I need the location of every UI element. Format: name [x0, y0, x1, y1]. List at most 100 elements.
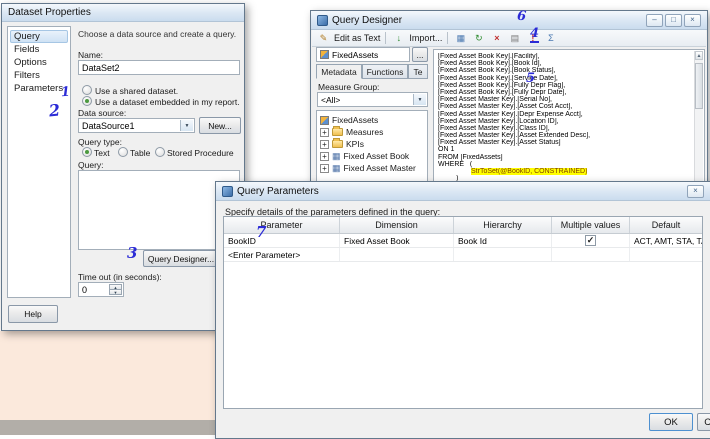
- dimension-cell[interactable]: [340, 248, 454, 261]
- query-parameters-dialog: Query Parameters × Specify details of th…: [215, 181, 710, 439]
- query-label: Query:: [78, 160, 104, 170]
- design-mode-icon[interactable]: ▦: [453, 32, 468, 45]
- query-type-table-label[interactable]: Table: [130, 148, 150, 158]
- tree-item-label: Fixed Asset Book: [343, 151, 410, 161]
- timeout-spinner[interactable]: 0 ▲ ▼: [78, 282, 124, 297]
- embedded-dataset-label[interactable]: Use a dataset embedded in my report.: [95, 97, 240, 107]
- folder-icon: [332, 138, 343, 148]
- nav-item-filters[interactable]: Filters: [10, 69, 68, 82]
- tree-item-fixed-asset-book[interactable]: + ▦ Fixed Asset Book: [317, 150, 427, 162]
- query-text-line: [Fixed Asset Master Key].[Location ID],: [438, 117, 559, 125]
- query-designer-titlebar[interactable]: Query Designer – □ ×: [311, 11, 707, 30]
- query-text-line: [Fixed Asset Book Key].[Book Id],: [438, 60, 542, 68]
- cube-icon: [320, 115, 329, 125]
- new-data-source-button[interactable]: New...: [199, 117, 241, 134]
- tab-functions[interactable]: Functions: [362, 64, 408, 79]
- default-cell[interactable]: [630, 248, 702, 261]
- timeout-label: Time out (in seconds):: [78, 272, 162, 282]
- dropdown-arrow-icon[interactable]: ▼: [413, 94, 426, 105]
- query-type-text-radio[interactable]: [82, 147, 92, 157]
- embedded-dataset-radio[interactable]: [82, 96, 92, 106]
- annotation-step-4: 4: [530, 26, 540, 43]
- cube-browse-button[interactable]: ...: [412, 47, 428, 62]
- table-row: <Enter Parameter>: [224, 248, 702, 262]
- data-source-combo[interactable]: DataSource1 ▼: [78, 118, 195, 133]
- default-cell[interactable]: ACT, AMT, STA, TAX: [630, 234, 702, 247]
- folder-icon: [332, 126, 343, 136]
- tree-item-label: FixedAssets: [332, 115, 379, 125]
- tree-item-label: Measures: [346, 127, 384, 137]
- tab-templates[interactable]: Te: [408, 64, 428, 79]
- dialog-title: Dataset Properties: [8, 7, 91, 18]
- hierarchy-cell[interactable]: Book Id: [454, 234, 552, 247]
- dataset-name-input[interactable]: DataSet2: [78, 60, 240, 75]
- query-text-line: StrToSet(@BookID, CONSTRAINED): [438, 168, 692, 175]
- expander-icon[interactable]: +: [320, 127, 329, 137]
- maximize-icon[interactable]: □: [665, 13, 682, 27]
- multiple-values-checkbox[interactable]: ✓: [585, 235, 596, 246]
- parameter-cell[interactable]: BookID: [224, 234, 340, 247]
- expander-icon[interactable]: +: [320, 163, 329, 173]
- dropdown-arrow-icon[interactable]: ▼: [180, 120, 193, 131]
- query-text-line: [Fixed Asset Master Key].[Asset Cost Acc…: [438, 103, 573, 111]
- query-parameters-titlebar[interactable]: Query Parameters ×: [216, 182, 710, 201]
- tree-item-fixed-asset-master[interactable]: + ▦ Fixed Asset Master: [317, 162, 427, 174]
- edit-as-text-button[interactable]: Edit as Text: [334, 33, 380, 43]
- spinner-down-icon[interactable]: ▼: [109, 289, 122, 295]
- multiple-values-cell: ✓: [552, 234, 630, 247]
- query-type-text-label[interactable]: Text: [94, 148, 110, 158]
- close-icon[interactable]: ×: [687, 185, 704, 198]
- ok-button[interactable]: OK: [649, 413, 693, 431]
- query-type-sp-radio[interactable]: [155, 147, 165, 157]
- dimension-cell[interactable]: Fixed Asset Book: [340, 234, 454, 247]
- tree-item-measures[interactable]: + Measures: [317, 126, 427, 138]
- shared-dataset-radio[interactable]: [82, 85, 92, 95]
- cancel-button[interactable]: Cancel: [697, 413, 710, 431]
- query-text-line: [Fixed Asset Master Key].[Serial No],: [438, 96, 552, 104]
- nav-item-parameters[interactable]: Parameters: [10, 82, 68, 95]
- mdx-query-text[interactable]: [Fixed Asset Book Key].[Facility], [Fixe…: [438, 53, 692, 182]
- tree-item-cube[interactable]: FixedAssets: [317, 114, 427, 126]
- nav-item-query[interactable]: Query: [10, 30, 68, 43]
- help-button[interactable]: Help: [8, 305, 58, 323]
- query-type-sp-label[interactable]: Stored Procedure: [167, 148, 234, 158]
- show-empty-cells-icon[interactable]: ▤: [507, 32, 522, 45]
- query-designer-button[interactable]: Query Designer...: [143, 250, 219, 267]
- hierarchy-cell[interactable]: [454, 248, 552, 261]
- import-button[interactable]: Import...: [409, 33, 442, 43]
- report-design-surface: [0, 331, 216, 420]
- nav-item-options[interactable]: Options: [10, 56, 68, 69]
- query-text-line: [Fixed Asset Master Key].[Asset Extended…: [438, 132, 591, 140]
- parameter-cell[interactable]: <Enter Parameter>: [224, 248, 340, 261]
- tab-metadata[interactable]: Metadata: [316, 64, 362, 79]
- edit-as-text-icon[interactable]: ✎: [316, 32, 331, 45]
- close-icon[interactable]: ×: [684, 13, 701, 27]
- query-type-table-radio[interactable]: [118, 147, 128, 157]
- import-icon[interactable]: ↓: [391, 32, 406, 45]
- shared-dataset-label[interactable]: Use a shared dataset.: [95, 86, 178, 96]
- column-header-hierarchy: Hierarchy: [454, 217, 552, 233]
- minimize-icon[interactable]: –: [646, 13, 663, 27]
- column-header-parameter: Parameter: [224, 217, 340, 233]
- query-text-line: [Fixed Asset Book Key].[Fully Depr Flag]…: [438, 81, 566, 89]
- expander-icon[interactable]: +: [320, 151, 329, 161]
- scrollbar-thumb[interactable]: [695, 63, 703, 109]
- aggregations-icon[interactable]: Σ: [543, 32, 558, 45]
- scroll-up-icon[interactable]: ▲: [695, 51, 703, 60]
- expander-icon[interactable]: +: [320, 139, 329, 149]
- query-type-label: Query type:: [78, 137, 122, 147]
- nav-item-fields[interactable]: Fields: [10, 43, 68, 56]
- delete-icon[interactable]: ×: [489, 32, 504, 45]
- tree-item-kpis[interactable]: + KPIs: [317, 138, 427, 150]
- cube-selector[interactable]: FixedAssets: [316, 47, 410, 62]
- measure-group-combo[interactable]: <All> ▼: [317, 92, 428, 107]
- dialog-heading: Choose a data source and create a query.: [78, 29, 237, 39]
- dataset-properties-titlebar[interactable]: Dataset Properties: [2, 4, 244, 22]
- refresh-icon[interactable]: ↻: [471, 32, 486, 45]
- status-strip: [0, 420, 216, 435]
- query-text-line: [Fixed Asset Master Key].[Depr Expense A…: [438, 110, 583, 118]
- data-source-value: DataSource1: [82, 120, 135, 131]
- dataset-properties-dialog: Dataset Properties Query Fields Options …: [1, 3, 245, 331]
- query-text-line: FROM [FixedAssets]: [438, 153, 503, 161]
- column-header-dimension: Dimension: [340, 217, 454, 233]
